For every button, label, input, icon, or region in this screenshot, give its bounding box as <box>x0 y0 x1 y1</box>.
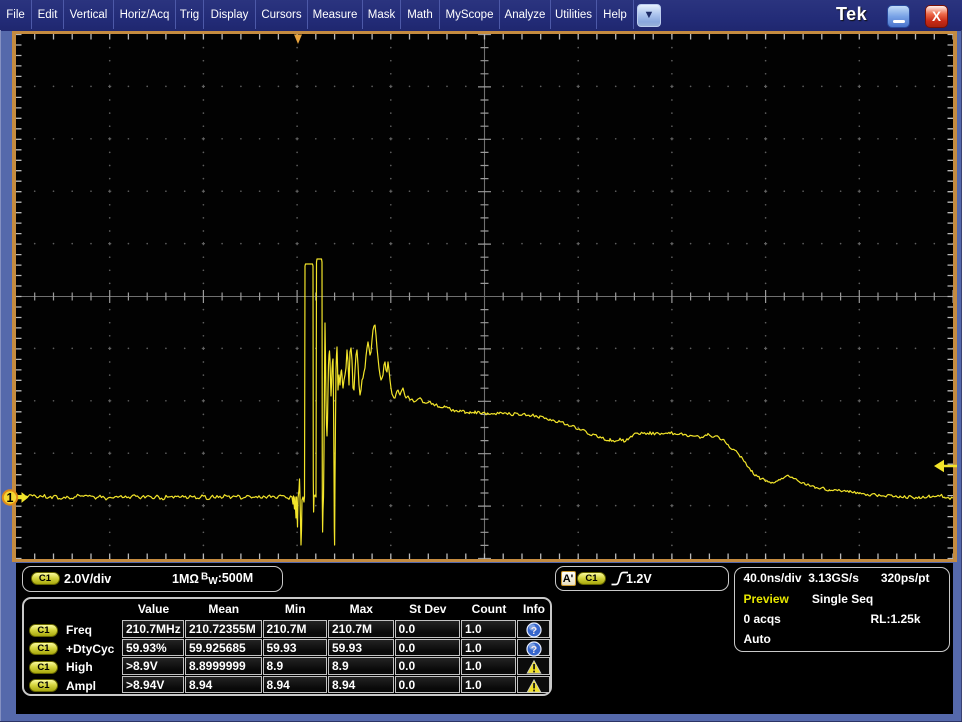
svg-text:?: ? <box>530 644 536 656</box>
svg-text:1: 1 <box>7 491 14 505</box>
svg-text:?: ? <box>530 625 536 637</box>
